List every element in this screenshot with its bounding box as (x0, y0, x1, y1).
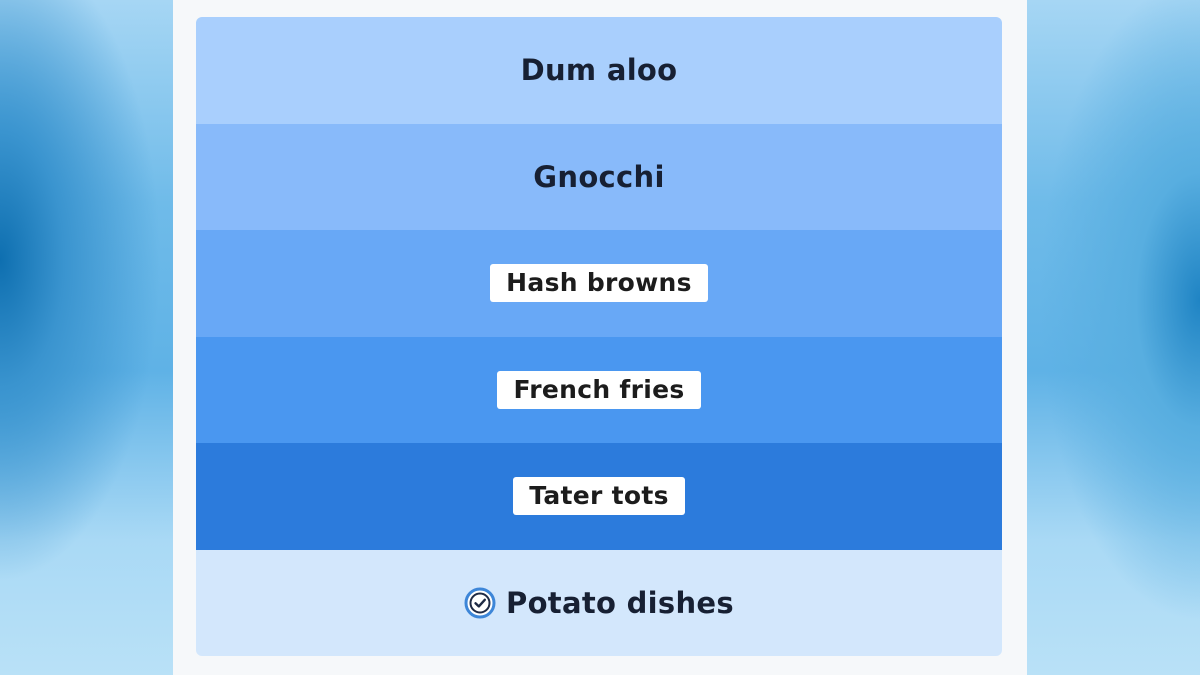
row-chip[interactable]: Hash browns (490, 264, 708, 303)
row-french-fries[interactable]: French fries (196, 336, 1002, 443)
row-chip[interactable]: French fries (497, 370, 701, 409)
row-hash-browns[interactable]: Hash browns (196, 230, 1002, 337)
row-chip[interactable]: Tater tots (513, 477, 685, 516)
check-circle-icon (464, 587, 496, 619)
category-title: Potato dishes (506, 586, 734, 620)
row-tater-tots[interactable]: Tater tots (196, 443, 1002, 550)
row-label: Gnocchi (533, 159, 665, 194)
row-dum-aloo[interactable]: Dum aloo (196, 17, 1002, 124)
category-footer: Potato dishes (196, 549, 1002, 656)
row-label: Dum aloo (520, 53, 678, 88)
row-gnocchi[interactable]: Gnocchi (196, 123, 1002, 230)
category-board: Dum aloo Gnocchi Hash browns French frie… (196, 17, 1002, 656)
